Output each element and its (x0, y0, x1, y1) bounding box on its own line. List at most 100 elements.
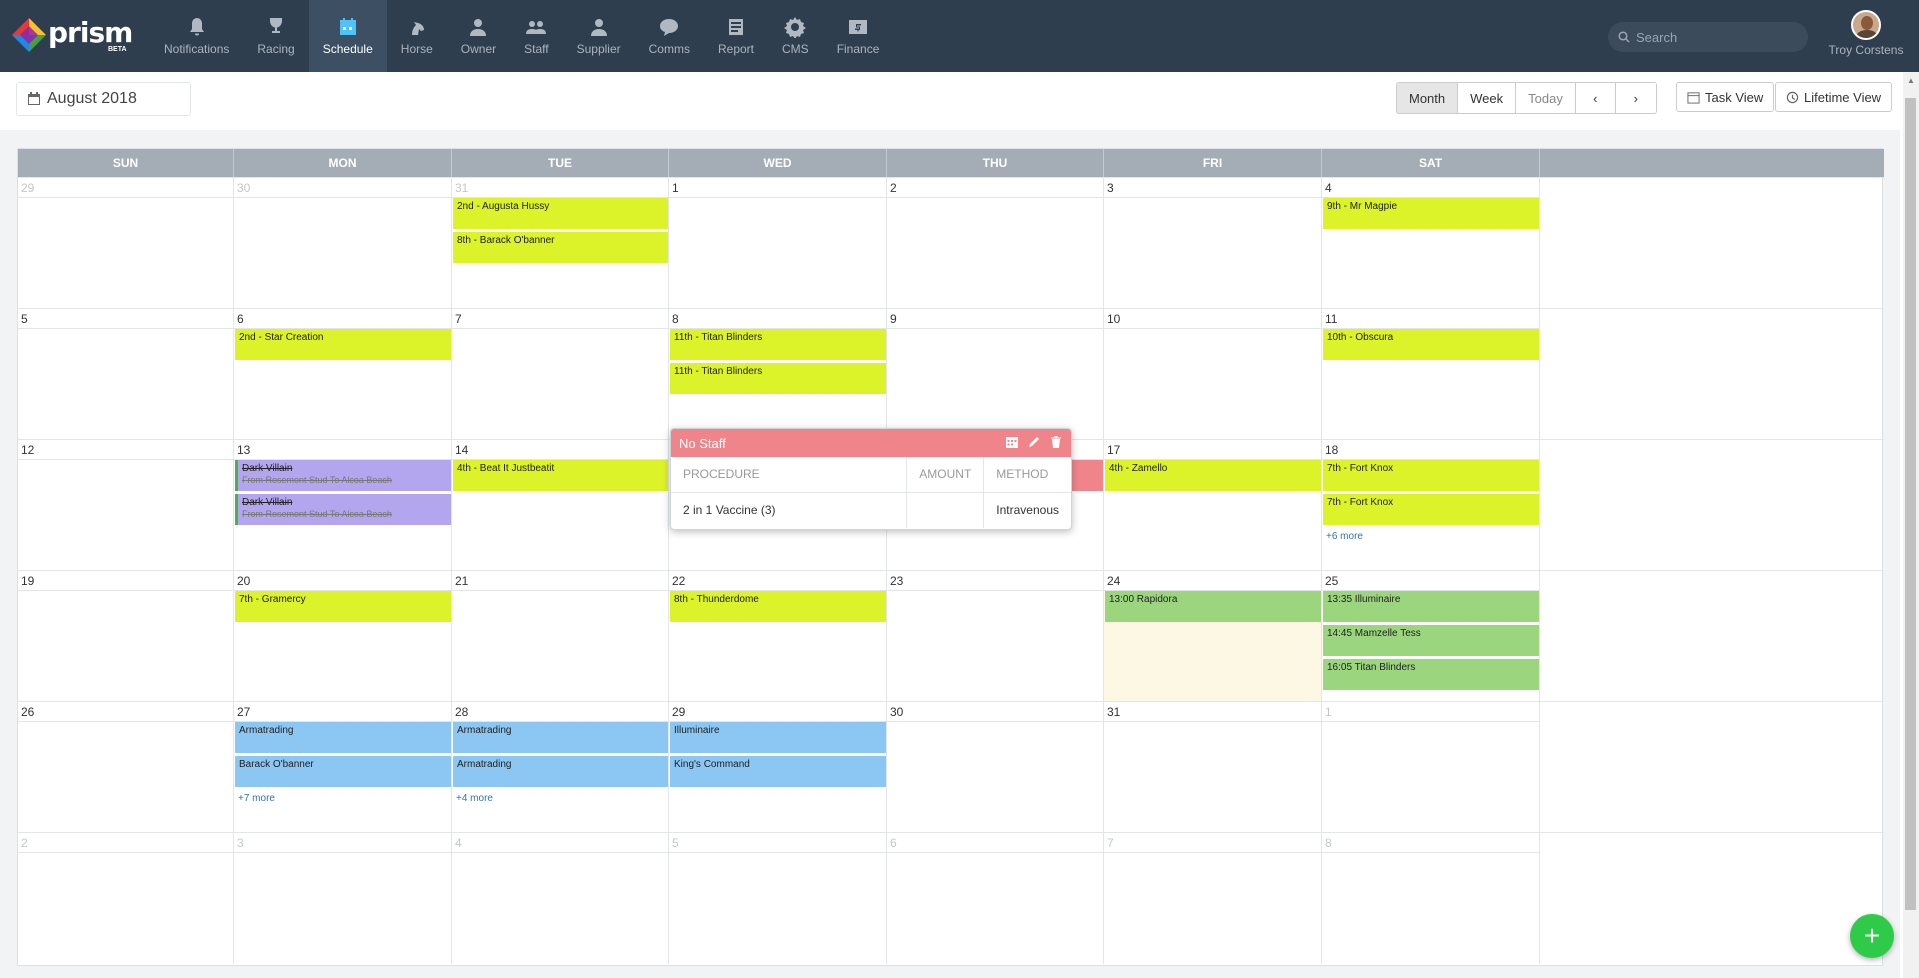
calendar-event[interactable]: 4th - Beat It Justbeatit (453, 460, 668, 491)
week-view-button[interactable]: Week (1458, 83, 1517, 113)
day-cell[interactable]: 4 (452, 833, 669, 964)
prism-logo[interactable]: prism BETA (12, 16, 137, 56)
calendar-event[interactable]: Armatrading (453, 722, 668, 753)
calendar-event[interactable]: 11th - Titan Blinders (670, 329, 886, 360)
search-input[interactable] (1636, 29, 1796, 45)
task-view-button[interactable]: Task View (1676, 82, 1775, 112)
day-number[interactable]: 21 (455, 574, 468, 588)
day-cell[interactable]: 1 (1322, 702, 1540, 833)
day-cell[interactable]: 2 (887, 178, 1104, 309)
day-number[interactable]: 7 (455, 312, 462, 326)
calendar-event[interactable]: 2nd - Star Creation (235, 329, 451, 360)
today-button[interactable]: Today (1516, 83, 1576, 113)
day-cell[interactable]: 21 (452, 571, 669, 702)
calendar-event[interactable]: 13:00 Rapidora (1105, 591, 1321, 622)
calendar-event[interactable]: 13:35 Illuminaire (1323, 591, 1539, 622)
day-number[interactable]: 22 (672, 574, 685, 588)
calendar-event[interactable]: Armatrading (235, 722, 451, 753)
day-number[interactable]: 14 (455, 443, 468, 457)
calendar-event[interactable]: Dark Villain From Rosemont Stud To Alcoa … (235, 460, 451, 491)
day-number[interactable]: 31 (455, 181, 468, 195)
month-picker[interactable]: August 2018 (16, 82, 191, 116)
day-cell[interactable]: 30 (887, 702, 1104, 833)
add-event-button[interactable]: + (1850, 914, 1894, 958)
scroll-up-arrow[interactable]: ▲ (1903, 72, 1919, 88)
day-number[interactable]: 1 (1325, 705, 1332, 719)
day-number[interactable]: 9 (890, 312, 897, 326)
calendar-icon[interactable] (1005, 435, 1019, 449)
nav-report[interactable]: Report (704, 0, 768, 72)
search-box[interactable] (1608, 22, 1808, 52)
day-cell[interactable]: 3 (1104, 178, 1322, 309)
day-number[interactable]: 20 (237, 574, 250, 588)
calendar-event[interactable]: Dark Villain From Rosemont Stud To Alcoa … (235, 494, 451, 525)
day-cell[interactable]: 29 (18, 178, 234, 309)
day-number[interactable]: 11 (1325, 312, 1337, 326)
day-number[interactable]: 13 (237, 443, 250, 457)
day-number[interactable]: 2 (890, 181, 897, 195)
prev-button[interactable]: ‹ (1575, 83, 1616, 113)
day-number[interactable]: 18 (1325, 443, 1338, 457)
day-cell[interactable]: 3 (234, 833, 452, 964)
calendar-event[interactable]: 16:05 Titan Blinders (1323, 659, 1539, 690)
day-number[interactable]: 10 (1107, 312, 1120, 326)
day-number[interactable]: 25 (1325, 574, 1338, 588)
nav-horse[interactable]: Horse (387, 0, 447, 72)
day-cell[interactable]: 30 (234, 178, 452, 309)
day-number[interactable]: 4 (455, 836, 462, 850)
lifetime-view-button[interactable]: Lifetime View (1775, 82, 1893, 112)
calendar-event[interactable]: 7th - Fort Knox (1323, 460, 1539, 491)
day-number[interactable]: 29 (672, 705, 685, 719)
nav-racing[interactable]: Racing (243, 0, 308, 72)
day-number[interactable]: 6 (237, 312, 244, 326)
day-number[interactable]: 7 (1107, 836, 1114, 850)
day-number[interactable]: 24 (1107, 574, 1120, 588)
nav-staff[interactable]: Staff (510, 0, 562, 72)
calendar-event[interactable]: 8th - Barack O'banner (453, 232, 668, 263)
scrollbar-thumb[interactable] (1905, 98, 1916, 910)
calendar-event[interactable]: Barack O'banner (235, 756, 451, 787)
day-cell[interactable]: 10 (1104, 309, 1322, 440)
day-number[interactable]: 28 (455, 705, 468, 719)
day-cell[interactable]: 31 (1104, 702, 1322, 833)
nav-comms[interactable]: Comms (635, 0, 704, 72)
day-cell[interactable]: 26 (18, 702, 234, 833)
day-number[interactable]: 27 (237, 705, 250, 719)
calendar-event[interactable]: 9th - Mr Magpie (1323, 198, 1539, 229)
day-number[interactable]: 19 (21, 574, 34, 588)
nav-cms[interactable]: CMS (768, 0, 823, 72)
day-number[interactable]: 29 (21, 181, 34, 195)
next-button[interactable]: › (1615, 83, 1656, 113)
calendar-event[interactable]: 14:45 Mamzelle Tess (1323, 625, 1539, 656)
day-number[interactable]: 30 (237, 181, 250, 195)
day-cell[interactable]: 23 (887, 571, 1104, 702)
day-cell[interactable]: 9 (887, 309, 1104, 440)
day-cell[interactable]: 7 (1104, 833, 1322, 964)
day-cell[interactable]: 2 (18, 833, 234, 964)
trash-icon[interactable] (1049, 435, 1063, 449)
day-number[interactable]: 3 (237, 836, 244, 850)
day-number[interactable]: 23 (890, 574, 903, 588)
nav-notifications[interactable]: Notifications (150, 0, 243, 72)
calendar-event[interactable]: 11th - Titan Blinders (670, 363, 886, 394)
day-number[interactable]: 12 (21, 443, 34, 457)
user-menu[interactable]: Troy Corstens (1826, 10, 1906, 57)
day-number[interactable]: 5 (21, 312, 28, 326)
calendar-event[interactable]: King's Command (670, 756, 886, 787)
calendar-event[interactable]: 10th - Obscura (1323, 329, 1539, 360)
day-number[interactable]: 17 (1107, 443, 1120, 457)
day-number[interactable]: 5 (672, 836, 679, 850)
calendar-event[interactable]: 4th - Zamello (1105, 460, 1321, 491)
calendar-event[interactable]: 2nd - Augusta Hussy (453, 198, 668, 229)
day-number[interactable]: 31 (1107, 705, 1120, 719)
nav-supplier[interactable]: Supplier (563, 0, 635, 72)
day-cell[interactable]: 8 (1322, 833, 1540, 964)
day-cell[interactable]: 12 (18, 440, 234, 571)
day-number[interactable]: 1 (672, 181, 679, 195)
day-number[interactable]: 3 (1107, 181, 1114, 195)
day-cell[interactable]: 5 (669, 833, 887, 964)
nav-finance[interactable]: Finance (823, 0, 894, 72)
calendar-event[interactable]: 7th - Gramercy (235, 591, 451, 622)
month-view-button[interactable]: Month (1397, 83, 1459, 113)
day-number[interactable]: 8 (1325, 836, 1332, 850)
